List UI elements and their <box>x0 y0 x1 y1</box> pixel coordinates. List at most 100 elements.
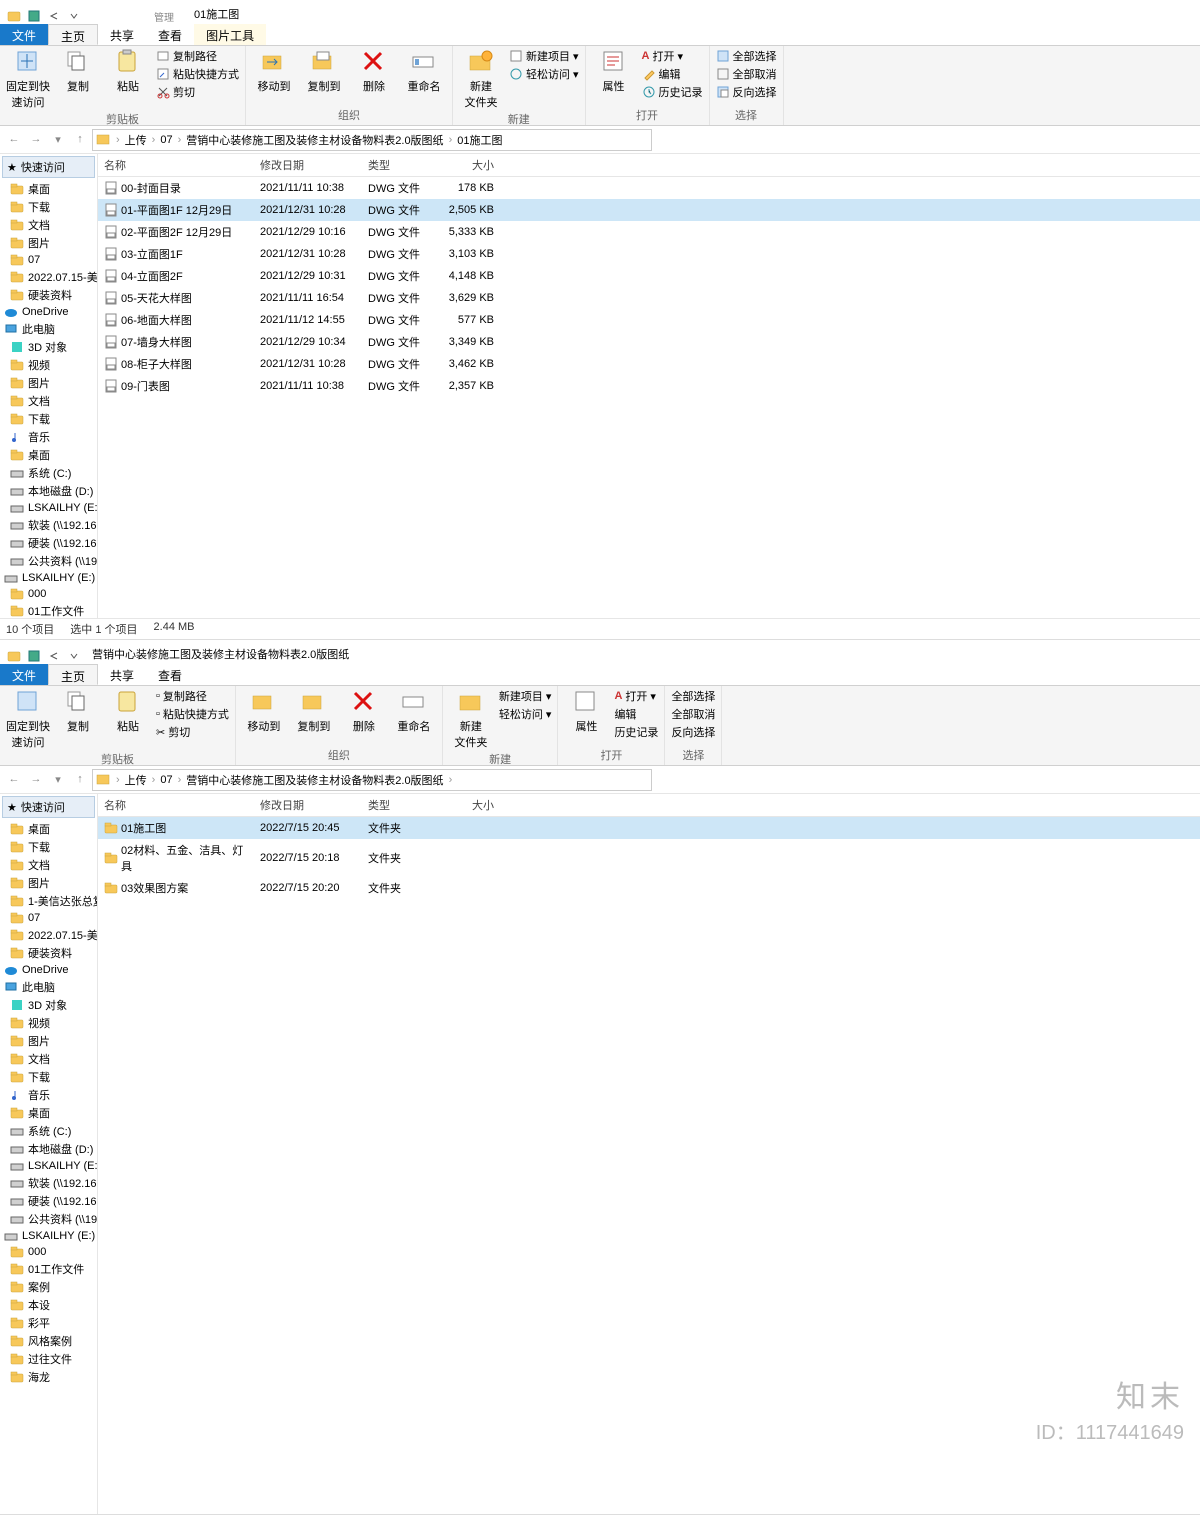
copy-path-button[interactable]: ▫复制路径 <box>156 688 229 704</box>
edit-button[interactable]: 编辑 <box>614 706 658 722</box>
table-row[interactable]: 09-门表图2021/11/11 10:38DWG 文件2,357 KB <box>98 375 1200 397</box>
copy-to-button[interactable]: 复制到 <box>292 688 336 734</box>
cut-button[interactable]: 剪切 <box>156 84 239 100</box>
table-row[interactable]: 00-封面目录2021/11/11 10:38DWG 文件178 KB <box>98 177 1200 199</box>
qat-dropdown-icon[interactable] <box>66 8 82 24</box>
tab-share[interactable]: 共享 <box>98 664 146 685</box>
col-size[interactable]: 大小 <box>430 154 500 176</box>
tab-view[interactable]: 查看 <box>146 664 194 685</box>
col-type[interactable]: 类型 <box>362 794 430 816</box>
quick-access-header[interactable]: ★快速访问 <box>2 796 95 818</box>
nav-item[interactable]: 文档 <box>0 392 97 410</box>
nav-item[interactable]: 07 <box>0 252 97 268</box>
nav-recent-icon[interactable]: ▾ <box>50 133 66 146</box>
nav-item[interactable]: 公共资料 (\\192 <box>0 552 97 570</box>
nav-up-icon[interactable]: ↑ <box>72 773 88 786</box>
edit-button[interactable]: 编辑 <box>642 66 703 82</box>
col-name[interactable]: 名称 <box>98 794 254 816</box>
column-headers[interactable]: 名称 修改日期 类型 大小 <box>98 794 1200 817</box>
select-none-button[interactable]: 全部取消 <box>671 706 715 722</box>
nav-item[interactable]: 海龙 <box>0 1368 97 1386</box>
col-date[interactable]: 修改日期 <box>254 154 362 176</box>
tab-file[interactable]: 文件 <box>0 24 48 45</box>
onedrive-header[interactable]: OneDrive <box>0 962 97 978</box>
column-headers[interactable]: 名称 修改日期 类型 大小 <box>98 154 1200 177</box>
qat-undo-icon[interactable] <box>46 648 62 664</box>
nav-item[interactable]: 音乐 <box>0 428 97 446</box>
pin-quickaccess-button[interactable]: 固定到快 速访问 <box>6 48 50 110</box>
breadcrumb[interactable]: › 上传› 07› 营销中心装修施工图及装修主材设备物料表2.0版图纸› <box>92 769 652 791</box>
nav-item[interactable]: 图片 <box>0 374 97 392</box>
paste-button[interactable]: 粘贴 <box>106 48 150 94</box>
select-all-button[interactable]: 全部选择 <box>671 688 715 704</box>
easy-access-button[interactable]: 轻松访问 ▾ <box>499 706 552 722</box>
nav-item[interactable]: 系统 (C:) <box>0 464 97 482</box>
new-folder-button[interactable]: 新建 文件夹 <box>449 688 493 750</box>
col-size[interactable]: 大小 <box>430 794 500 816</box>
delete-button[interactable]: 删除 <box>352 48 396 94</box>
nav-item[interactable]: 3D 对象 <box>0 996 97 1014</box>
nav-item[interactable]: 硬装资料 <box>0 286 97 304</box>
select-all-button[interactable]: 全部选择 <box>716 48 777 64</box>
nav-back-icon[interactable]: ← <box>6 773 22 786</box>
nav-item[interactable]: 桌面 <box>0 1104 97 1122</box>
copy-button[interactable]: 复制 <box>56 688 100 734</box>
nav-item[interactable]: 文档 <box>0 856 97 874</box>
nav-item[interactable]: 音乐 <box>0 1086 97 1104</box>
table-row[interactable]: 07-墙身大样图2021/12/29 10:34DWG 文件3,349 KB <box>98 331 1200 353</box>
nav-item[interactable]: 本地磁盘 (D:) <box>0 482 97 500</box>
nav-forward-icon[interactable]: → <box>28 773 44 786</box>
nav-pane[interactable]: ★快速访问桌面下载文档图片1-美信达张总复072022.07.15-美信硬装资料… <box>0 794 98 1514</box>
nav-item[interactable]: 图片 <box>0 234 97 252</box>
pin-quickaccess-button[interactable]: 固定到快 速访问 <box>6 688 50 750</box>
nav-item[interactable]: 视频 <box>0 1014 97 1032</box>
table-row[interactable]: 08-柜子大样图2021/12/31 10:28DWG 文件3,462 KB <box>98 353 1200 375</box>
table-row[interactable]: 02材料、五金、洁具、灯具2022/7/15 20:18文件夹 <box>98 839 1200 877</box>
nav-item[interactable]: 下载 <box>0 410 97 428</box>
nav-item[interactable]: 硬装 (\\192.168 <box>0 1192 97 1210</box>
new-item-button[interactable]: 新建项目 ▾ <box>499 688 552 704</box>
nav-item[interactable]: 视频 <box>0 356 97 374</box>
crumb[interactable]: 营销中心装修施工图及装修主材设备物料表2.0版图纸 <box>183 132 446 148</box>
copy-path-button[interactable]: 复制路径 <box>156 48 239 64</box>
crumb[interactable]: 01施工图 <box>454 132 505 148</box>
paste-shortcut-button[interactable]: ▫粘贴快捷方式 <box>156 706 229 722</box>
nav-item[interactable]: 2022.07.15-美信 <box>0 926 97 944</box>
nav-item[interactable]: 01工作文件 <box>0 602 97 618</box>
new-folder-button[interactable]: 新建 文件夹 <box>459 48 503 110</box>
table-row[interactable]: 05-天花大样图2021/11/11 16:54DWG 文件3,629 KB <box>98 287 1200 309</box>
file-list[interactable]: 名称 修改日期 类型 大小 01施工图2022/7/15 20:45文件夹02材… <box>98 794 1200 1514</box>
rename-button[interactable]: 重命名 <box>392 688 436 734</box>
nav-item[interactable]: 下载 <box>0 838 97 856</box>
new-item-button[interactable]: 新建项目▾ <box>509 48 579 64</box>
breadcrumb[interactable]: › 上传› 07› 营销中心装修施工图及装修主材设备物料表2.0版图纸› 01施… <box>92 129 652 151</box>
history-button[interactable]: 历史记录 <box>614 724 658 740</box>
table-row[interactable]: 01施工图2022/7/15 20:45文件夹 <box>98 817 1200 839</box>
nav-item[interactable]: 下载 <box>0 1068 97 1086</box>
nav-item[interactable]: 000 <box>0 1244 97 1260</box>
delete-button[interactable]: 删除 <box>342 688 386 734</box>
quick-access-header[interactable]: ★快速访问 <box>2 156 95 178</box>
table-row[interactable]: 01-平面图1F 12月29日2021/12/31 10:28DWG 文件2,5… <box>98 199 1200 221</box>
tab-share[interactable]: 共享 <box>98 24 146 45</box>
properties-button[interactable]: 属性 <box>564 688 608 734</box>
crumb[interactable]: 07 <box>157 774 175 786</box>
rename-button[interactable]: 重命名 <box>402 48 446 94</box>
nav-item[interactable]: 本设 <box>0 1296 97 1314</box>
paste-button[interactable]: 粘贴 <box>106 688 150 734</box>
nav-forward-icon[interactable]: → <box>28 133 44 146</box>
nav-item[interactable]: 图片 <box>0 874 97 892</box>
move-to-button[interactable]: 移动到 <box>242 688 286 734</box>
file-list[interactable]: 名称 修改日期 类型 大小 00-封面目录2021/11/11 10:38DWG… <box>98 154 1200 618</box>
nav-up-icon[interactable]: ↑ <box>72 133 88 146</box>
cut-button[interactable]: ✂剪切 <box>156 724 229 740</box>
nav-item[interactable]: 文档 <box>0 1050 97 1068</box>
easy-access-button[interactable]: 轻松访问▾ <box>509 66 579 82</box>
qat-save-icon[interactable] <box>26 648 42 664</box>
invert-select-button[interactable]: 反向选择 <box>716 84 777 100</box>
qat-save-icon[interactable] <box>26 8 42 24</box>
nav-item[interactable]: 风格案例 <box>0 1332 97 1350</box>
move-to-button[interactable]: 移动到 <box>252 48 296 94</box>
tab-home[interactable]: 主页 <box>48 24 98 45</box>
crumb[interactable]: 上传 <box>122 772 150 788</box>
